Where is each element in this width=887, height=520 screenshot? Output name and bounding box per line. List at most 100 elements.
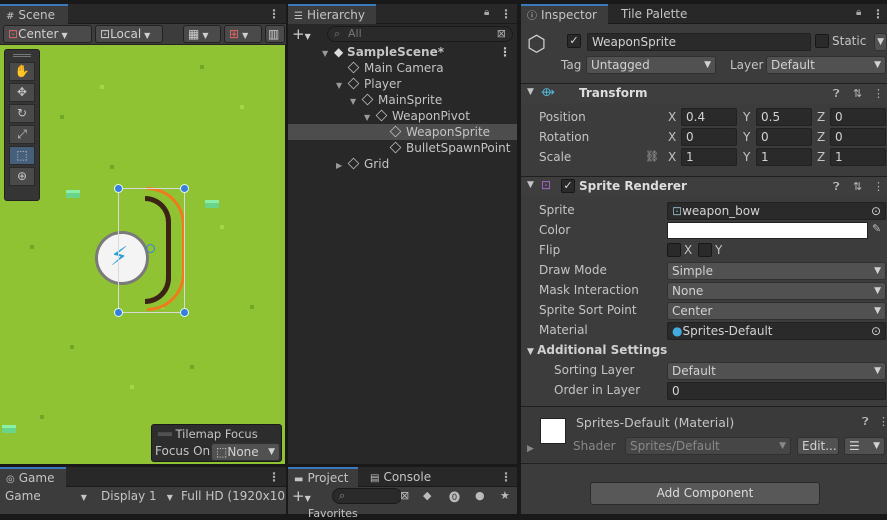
game-mode-dropdown[interactable]: Game ▼ <box>5 489 87 503</box>
project-menu-icon[interactable]: ⋮ <box>500 469 512 485</box>
drag-handle-icon[interactable] <box>13 54 31 57</box>
project-search-input[interactable]: ⌕ <box>332 488 402 504</box>
component-menu-icon[interactable]: ⋮ <box>873 180 884 193</box>
static-dropdown[interactable]: ▼ <box>874 33 887 51</box>
layer-dropdown[interactable]: Default ▼ <box>766 56 886 74</box>
rotate-tool-button[interactable]: ↻ <box>9 104 35 123</box>
sprite-renderer-enabled-checkbox[interactable]: ✓ <box>561 179 575 193</box>
sorting-layer-dropdown[interactable]: Default ▼ <box>667 362 886 380</box>
hierarchy-item[interactable]: ▼ Player <box>288 76 517 92</box>
create-asset-button[interactable]: +▼ <box>292 487 311 505</box>
search-by-type-icon[interactable]: ⊠ <box>400 489 409 502</box>
material-field[interactable]: ●Sprites-Default ⊙ <box>667 322 886 340</box>
rotation-x-field[interactable]: 0 <box>681 128 737 146</box>
scale-z-field[interactable]: 1 <box>830 148 886 166</box>
rect-handle[interactable] <box>114 308 123 317</box>
tab-hierarchy[interactable]: ☰ Hierarchy <box>288 4 376 24</box>
game-menu-icon[interactable]: ⋮ <box>268 469 280 485</box>
flip-y-checkbox[interactable] <box>698 243 712 257</box>
pivot-dropdown[interactable]: ⊡Center ▼ <box>3 25 92 43</box>
scale-y-field[interactable]: 1 <box>756 148 812 166</box>
rotation-z-field[interactable]: 0 <box>830 128 886 146</box>
hierarchy-item[interactable]: Main Camera <box>288 60 517 76</box>
transform-tool-button[interactable]: ⊕ <box>9 167 35 186</box>
tab-inspector[interactable]: ⓘ Inspector <box>521 4 608 24</box>
transform-header[interactable]: ▼ ⟴ Transform ❓︎ ⇅ ⋮ <box>521 83 887 103</box>
scene-extra-button[interactable]: ▥ <box>265 25 285 43</box>
help-icon[interactable]: ❓︎ <box>833 180 840 194</box>
additional-settings-foldout[interactable]: ▼ Additional Settings <box>527 343 667 357</box>
expand-triangle-icon[interactable]: ▶ <box>527 444 534 454</box>
tag-dropdown[interactable]: Untagged ▼ <box>586 56 716 74</box>
position-y-field[interactable]: 0.5 <box>756 108 812 126</box>
preset-icon[interactable]: ⇅ <box>853 180 862 193</box>
draw-mode-dropdown[interactable]: Simple ▼ <box>667 262 886 280</box>
hierarchy-item[interactable]: ▼ ◆ SampleScene* ⋮ <box>288 44 517 60</box>
hierarchy-item[interactable]: ▼ MainSprite <box>288 92 517 108</box>
color-swatch[interactable] <box>667 222 868 239</box>
star-icon[interactable]: ★ <box>500 489 510 502</box>
component-menu-icon[interactable]: ⋮ <box>878 415 887 428</box>
hierarchy-menu-icon[interactable]: ⋮ <box>500 6 512 22</box>
component-menu-icon[interactable]: ⋮ <box>873 87 884 100</box>
flip-y-label: Y <box>715 243 723 257</box>
lock-icon[interactable]: 🔒︎ <box>484 7 489 18</box>
object-name-field[interactable]: WeaponSprite <box>587 33 811 51</box>
rect-handle[interactable] <box>114 184 123 193</box>
inspector-menu-icon[interactable]: ⋮ <box>872 6 884 22</box>
tab-scene[interactable]: # Scene <box>0 4 68 24</box>
label-icon[interactable]: ◆ <box>423 489 431 502</box>
help-icon[interactable]: ❓︎ <box>833 87 840 101</box>
eyedropper-icon[interactable]: ✎ <box>872 222 881 235</box>
hierarchy-item[interactable]: ▶ Grid <box>288 156 517 172</box>
rect-handle[interactable] <box>180 308 189 317</box>
link-icon[interactable]: ⛓ <box>645 150 659 163</box>
hierarchy-item[interactable]: ▼ WeaponPivot <box>288 108 517 124</box>
active-checkbox[interactable]: ✓ <box>567 34 581 48</box>
collapsed-triangle-icon[interactable]: ▶ <box>336 158 348 174</box>
rotation-y-field[interactable]: 0 <box>756 128 812 146</box>
static-checkbox[interactable] <box>815 34 829 48</box>
sprite-field[interactable]: ⊡weapon_bow ⊙ <box>667 202 886 220</box>
sprite-sort-point-dropdown[interactable]: Center ▼ <box>667 302 886 320</box>
position-z-field[interactable]: 0 <box>830 108 886 126</box>
grid-snap-dropdown[interactable]: ▦ ▼ <box>183 25 221 43</box>
space-dropdown[interactable]: ⊡Local ▼ <box>95 25 163 43</box>
rect-handle[interactable] <box>180 184 189 193</box>
scale-tool-button[interactable]: ⤢ <box>9 125 35 144</box>
flip-x-checkbox[interactable] <box>667 243 681 257</box>
mask-interaction-dropdown[interactable]: None ▼ <box>667 282 886 300</box>
order-in-layer-field[interactable]: 0 <box>667 382 886 400</box>
display-dropdown[interactable]: Display 1 ▼ <box>101 489 173 503</box>
scene-menu-icon[interactable]: ⋮ <box>499 44 511 60</box>
rect-tool-button[interactable]: ⬚ <box>9 146 35 165</box>
pivot-handle[interactable] <box>146 244 155 253</box>
tab-tile-palette[interactable]: Tile Palette <box>615 4 695 24</box>
shader-dropdown[interactable]: Sprites/Default ▼ <box>625 437 791 455</box>
lock-icon[interactable]: 🔒︎ <box>856 7 861 18</box>
resolution-dropdown[interactable]: Full HD (1920x108 <box>181 489 286 503</box>
hidden-packages-icon[interactable]: ● <box>475 489 485 502</box>
edit-shader-button[interactable]: Edit... <box>797 437 839 455</box>
position-x-field[interactable]: 0.4 <box>681 108 737 126</box>
info-icon[interactable]: ⓿ <box>449 489 460 505</box>
sprite-renderer-header[interactable]: ▼ ⊡ ✓ Sprite Renderer ❓︎ ⇅ ⋮ <box>521 176 887 196</box>
tab-project[interactable]: ▬ Project <box>288 467 358 487</box>
scene-menu-icon[interactable]: ⋮ <box>268 6 280 22</box>
hierarchy-item[interactable]: BulletSpawnPoint <box>288 140 517 156</box>
tab-game[interactable]: ◎ Game <box>0 467 66 487</box>
add-component-button[interactable]: Add Component <box>590 482 820 505</box>
add-object-button[interactable]: +▼ <box>292 25 311 43</box>
snap-increment-dropdown[interactable]: ⊞ ▼ <box>224 25 262 43</box>
hierarchy-item[interactable]: WeaponSprite <box>288 124 517 140</box>
hierarchy-search-input[interactable]: ⌕ All ⊠ <box>327 26 513 42</box>
move-tool-button[interactable]: ✥ <box>9 83 35 102</box>
shader-options-dropdown[interactable]: ☰ ▼ <box>844 437 885 455</box>
tab-console[interactable]: ▤ Console <box>364 467 444 487</box>
scene-view[interactable]: ✋ ✥ ↻ ⤢ ⬚ ⊕ ⚡ ══ Tilemap Focus Focus On … <box>0 45 285 464</box>
focus-on-dropdown[interactable]: ⬚None ▼ <box>211 443 280 461</box>
preset-icon[interactable]: ⇅ <box>853 87 862 100</box>
scale-x-field[interactable]: 1 <box>681 148 737 166</box>
help-icon[interactable]: ❓︎ <box>862 415 869 429</box>
hand-tool-button[interactable]: ✋ <box>9 62 35 81</box>
